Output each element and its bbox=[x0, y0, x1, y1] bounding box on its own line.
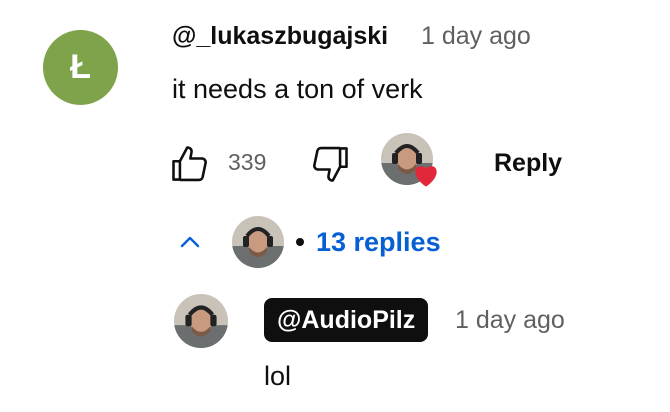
thumb-up-icon bbox=[172, 146, 207, 182]
creator-heart[interactable] bbox=[381, 133, 441, 193]
comment-text: it needs a ton of verk bbox=[172, 74, 423, 104]
like-count: 339 bbox=[228, 149, 267, 175]
commenter-avatar[interactable]: Ł bbox=[43, 30, 118, 105]
reply-avatar[interactable] bbox=[174, 294, 228, 348]
reply-button[interactable]: Reply bbox=[480, 140, 576, 186]
comment-thread: Ł @_lukaszbugajski 1 day ago it needs a … bbox=[0, 0, 670, 412]
reply-author-owner-badge[interactable]: @AudioPilz bbox=[264, 298, 429, 342]
comment-timestamp[interactable]: 1 day ago bbox=[421, 18, 531, 54]
avatar-letter: Ł bbox=[70, 48, 91, 86]
reply-timestamp[interactable]: 1 day ago bbox=[455, 302, 565, 338]
heart-icon bbox=[415, 166, 437, 187]
reply-avatar-image bbox=[174, 294, 228, 348]
comment-author[interactable]: @_lukaszbugajski bbox=[172, 18, 388, 54]
replies-count[interactable]: 13 replies bbox=[316, 227, 441, 258]
replies-toggle[interactable]: 13 replies bbox=[170, 210, 441, 274]
reply-text: lol bbox=[264, 361, 292, 391]
thumb-down-icon bbox=[313, 146, 348, 182]
chevron-up-icon bbox=[170, 222, 210, 262]
like-button[interactable] bbox=[166, 140, 214, 188]
separator-dot bbox=[296, 238, 304, 246]
reply-author-avatar-small bbox=[232, 216, 284, 268]
dislike-button[interactable] bbox=[306, 140, 354, 188]
